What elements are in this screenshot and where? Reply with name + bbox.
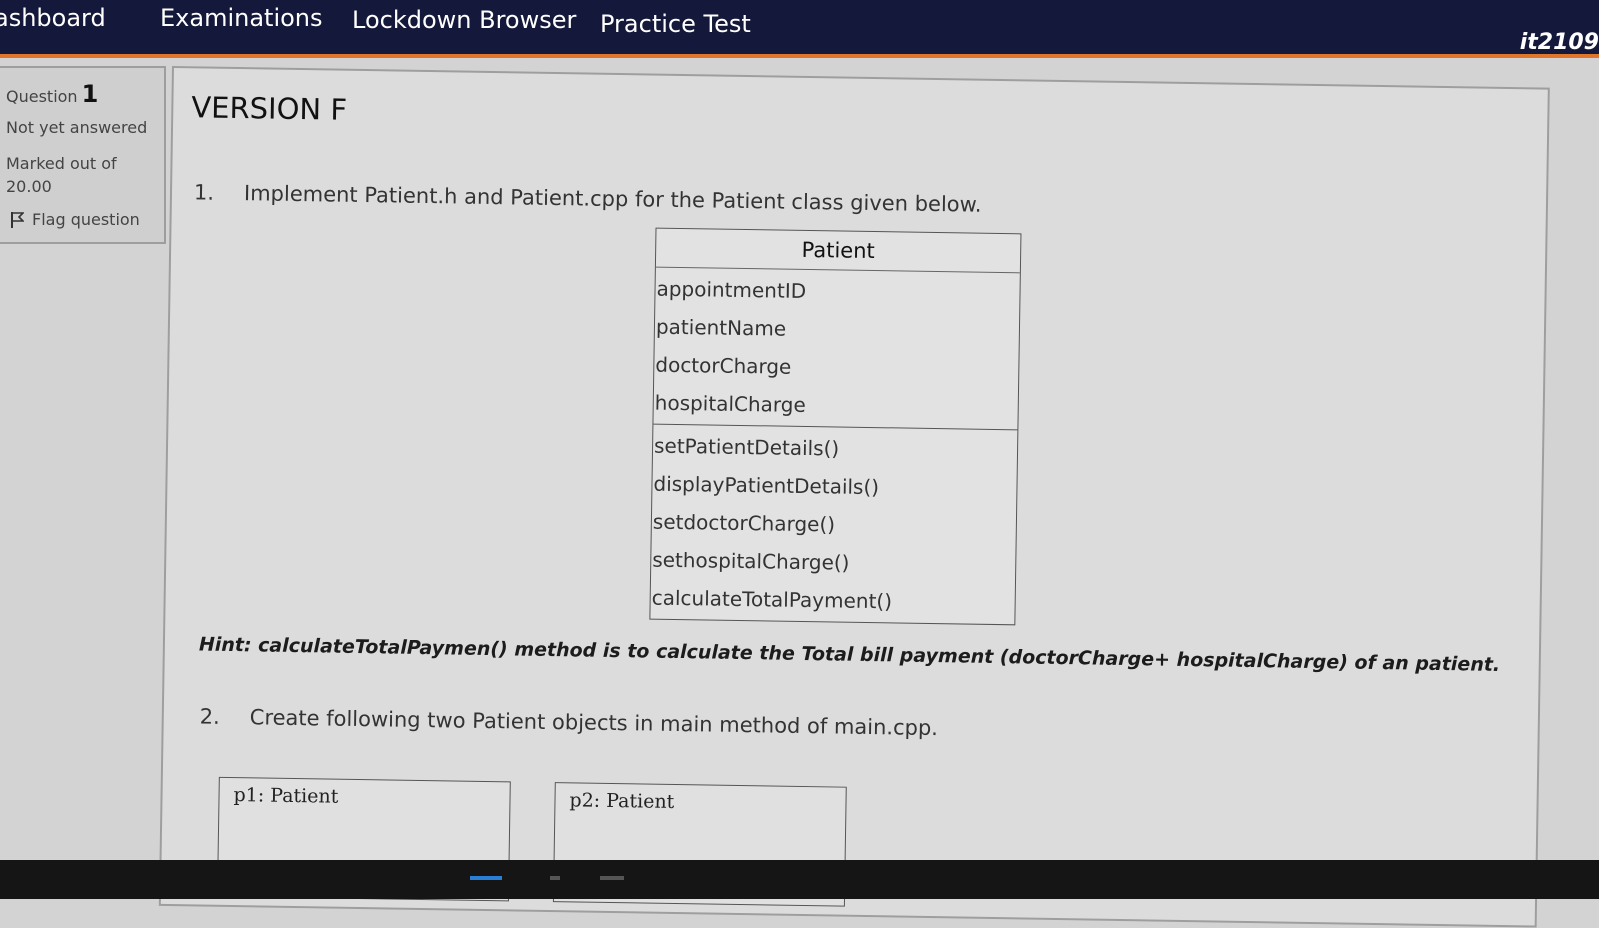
uml-attribute: doctorCharge bbox=[655, 352, 792, 379]
marks-value: 20.00 bbox=[6, 177, 52, 196]
object-label: p1: Patient bbox=[233, 784, 339, 808]
question-state: Not yet answered bbox=[6, 118, 148, 137]
flag-question-button[interactable]: Flag question bbox=[10, 210, 140, 229]
user-menu[interactable]: it2109 bbox=[1520, 30, 1599, 55]
item-2-text: Create following two Patient objects in … bbox=[249, 705, 939, 741]
nav-examinations-link[interactable]: Examinations bbox=[160, 4, 323, 32]
question-item-1: 1. Implement Patient.h and Patient.cpp fo… bbox=[194, 180, 982, 216]
item-2-number: 2. bbox=[199, 704, 221, 729]
flag-question-label: Flag question bbox=[32, 210, 140, 229]
uml-class-diagram: Patient appointmentID patientName doctor… bbox=[649, 227, 1022, 626]
uml-method: setdoctorCharge() bbox=[652, 509, 836, 537]
uml-methods: setPatientDetails() displayPatientDetail… bbox=[650, 423, 1018, 625]
question-label: Question bbox=[6, 87, 78, 106]
taskbar-app-icon[interactable] bbox=[550, 876, 560, 880]
uml-method: calculateTotalPayment() bbox=[651, 585, 893, 614]
flag-icon bbox=[11, 211, 24, 228]
question-marks: Marked out of 20.00 bbox=[6, 152, 117, 198]
question-number: 1 bbox=[81, 80, 99, 108]
item-1-text: Implement Patient.h and Patient.cpp for … bbox=[243, 181, 982, 217]
uml-class-name: Patient bbox=[655, 228, 1021, 274]
taskbar-app-icon[interactable] bbox=[470, 876, 502, 880]
question-info-panel: Question 1 Not yet answered Marked out of… bbox=[0, 66, 166, 244]
os-taskbar bbox=[0, 860, 1599, 899]
nav-lockdown-browser-link[interactable]: Lockdown Browser bbox=[352, 6, 576, 34]
nav-practice-test-link[interactable]: Practice Test bbox=[600, 10, 751, 38]
uml-method: displayPatientDetails() bbox=[653, 471, 880, 500]
question-item-2: 2. Create following two Patient objects i… bbox=[200, 705, 939, 741]
uml-attribute: appointmentID bbox=[656, 276, 807, 303]
question-number-label: Question 1 bbox=[6, 80, 98, 108]
object-label: p2: Patient bbox=[569, 789, 675, 813]
item-1-number: 1. bbox=[193, 180, 215, 205]
top-navbar: ashboard Examinations Lockdown Browser P… bbox=[0, 0, 1599, 58]
version-heading: VERSION F bbox=[191, 90, 348, 127]
uml-attribute: patientName bbox=[655, 314, 787, 341]
hint-text: Hint: calculateTotalPaymen() method is t… bbox=[198, 633, 1501, 676]
question-content-panel: VERSION F 1. Implement Patient.h and Pati… bbox=[158, 66, 1550, 928]
uml-method: setPatientDetails() bbox=[653, 433, 840, 461]
uml-method: sethospitalCharge() bbox=[652, 547, 850, 575]
uml-attributes: appointmentID patientName doctorCharge h… bbox=[653, 268, 1019, 430]
taskbar-app-icon[interactable] bbox=[600, 876, 624, 880]
uml-attribute: hospitalCharge bbox=[654, 390, 806, 417]
nav-dashboard-link[interactable]: ashboard bbox=[0, 4, 106, 32]
marks-label: Marked out of bbox=[6, 154, 117, 173]
